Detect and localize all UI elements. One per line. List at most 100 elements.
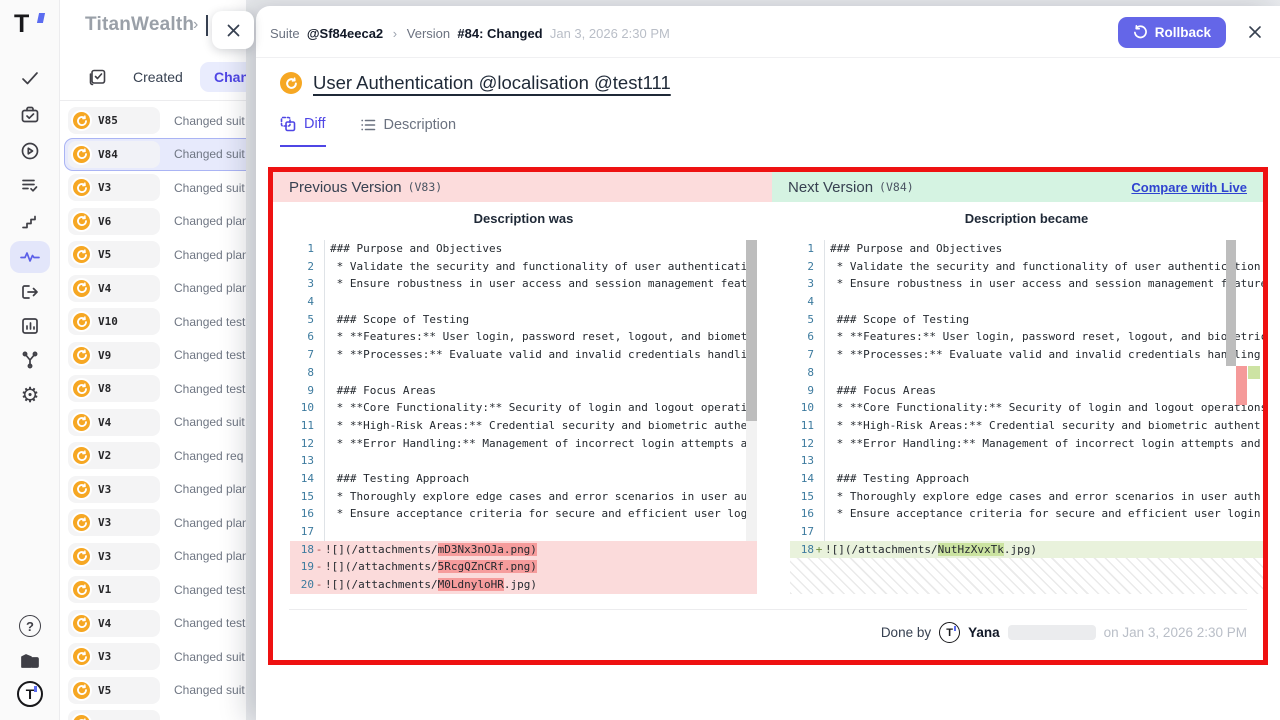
version-list-item[interactable]: V1Changed test — [64, 573, 256, 607]
workspace-name[interactable]: TitanWealth — [85, 14, 194, 36]
app-logo[interactable]: T — [14, 10, 46, 42]
description-was-header: Description was — [290, 211, 757, 231]
avatar[interactable]: T — [10, 678, 50, 710]
list-check-icon[interactable] — [10, 169, 50, 201]
scrollbar-thumb[interactable] — [1226, 240, 1236, 366]
done-by-user: Yana — [968, 625, 1000, 640]
modal-close-icon[interactable] — [1247, 24, 1263, 45]
version-list-item[interactable]: V8Changed test — [64, 372, 256, 406]
version-pill: V85 — [68, 107, 160, 134]
version-change-summary: Changed plan — [174, 214, 249, 228]
version-change-summary: Changed suit — [174, 683, 245, 697]
version-list-item[interactable]: V4Changed test — [64, 607, 256, 641]
version-list-item[interactable]: V3Changed plan — [64, 540, 256, 574]
version-list-item[interactable]: V4Changed suit — [64, 406, 256, 440]
rollback-button[interactable]: Rollback — [1118, 17, 1226, 48]
diff-line: 9 ### Focus Areas — [290, 382, 757, 400]
changed-version-badge-icon — [71, 345, 92, 366]
divider — [289, 609, 1247, 610]
page-title[interactable]: User Authentication @localisation @test1… — [313, 72, 671, 94]
version-label: V6 — [98, 215, 111, 228]
version-pill: V8 — [68, 375, 160, 402]
version-list-item[interactable]: V4Changed plan — [64, 272, 256, 306]
briefcase-check-icon[interactable] — [10, 99, 50, 131]
activity-pulse-icon[interactable] — [10, 241, 50, 273]
diff-line: 3 * Ensure robustness in user access and… — [290, 275, 757, 293]
diff-line: 17 — [290, 523, 757, 541]
version-list-item[interactable]: V3Changed plan — [64, 473, 256, 507]
version-list: V85Changed suitV84Changed suitV3Changed … — [64, 104, 256, 720]
changed-version-badge-icon — [71, 378, 92, 399]
diff-line: 14 ### Testing Approach — [290, 470, 757, 488]
diff-line: 6 * **Features:** User login, password r… — [290, 328, 757, 346]
version-list-item[interactable] — [64, 707, 256, 720]
branch-icon[interactable] — [10, 344, 50, 376]
milestones-steps-icon[interactable] — [10, 206, 50, 238]
tab-created[interactable]: Created — [133, 69, 183, 85]
version-pill: V3 — [68, 509, 160, 536]
version-list-item[interactable]: V3Changed suit — [64, 640, 256, 674]
compare-with-live-link[interactable]: Compare with Live — [1131, 180, 1247, 195]
diff-line: 15 * Thoroughly explore edge cases and e… — [790, 488, 1263, 506]
version-pill: V3 — [68, 174, 160, 201]
version-list-item[interactable]: V5Changed suit — [64, 674, 256, 708]
help-circle-icon[interactable]: ? — [10, 610, 50, 642]
diff-line: 11 * **High-Risk Areas:** Credential sec… — [790, 417, 1263, 435]
version-list-item[interactable]: V2Changed req — [64, 439, 256, 473]
version-list-item[interactable]: V6 Changed plan — [64, 205, 256, 239]
version-list-item[interactable]: V10 Changed test — [64, 305, 256, 339]
tab-description[interactable]: Description — [360, 116, 457, 147]
version-change-summary: Changed suit — [174, 147, 245, 161]
tab-description-label: Description — [384, 117, 457, 133]
popup-close-button[interactable] — [212, 11, 254, 49]
diff-line: 1 ### Purpose and Objectives — [790, 240, 1263, 258]
changed-version-badge-icon — [71, 646, 92, 667]
breadcrumb-suite-id[interactable]: @Sf84eeca2 — [307, 26, 383, 41]
version-label: V85 — [98, 114, 118, 127]
library-icon[interactable] — [10, 645, 50, 677]
diff-line: 18-![](/attachments/mD3Nx3nOJa.png) — [290, 541, 757, 559]
version-list-item[interactable]: V85Changed suit — [64, 104, 256, 138]
version-label: V10 — [98, 315, 118, 328]
bar-chart-box-icon[interactable] — [10, 310, 50, 342]
user-avatar: T — [939, 622, 960, 643]
breadcrumb-suite-label: Suite — [270, 26, 300, 41]
next-version-label: Next Version — [788, 179, 873, 196]
version-list-item[interactable]: V5Changed plan — [64, 238, 256, 272]
version-list-item[interactable]: V3Changed plan — [64, 506, 256, 540]
select-versions-icon[interactable] — [88, 68, 107, 92]
breadcrumb-date: Jan 3, 2026 2:30 PM — [550, 26, 670, 41]
diff-line: 20-![](/attachments/M0LdnyloHR.jpg) — [290, 576, 757, 594]
diff-line: 1 ### Purpose and Objectives — [290, 240, 757, 258]
diff-ruler-deleted-marker — [1236, 366, 1247, 405]
diff-line: 16 * Ensure acceptance criteria for secu… — [790, 505, 1263, 523]
diff-line: 10 * **Core Functionality:** Security of… — [290, 399, 757, 417]
play-circle-icon[interactable] — [10, 135, 50, 167]
diff-line: 4 — [290, 293, 757, 311]
version-list-item[interactable]: V84Changed suit — [64, 138, 256, 172]
version-pill: V3 — [68, 476, 160, 503]
list-lines-icon — [360, 117, 376, 133]
diff-line: 12 * **Error Handling:** Management of i… — [790, 435, 1263, 453]
changed-version-badge-icon — [71, 479, 92, 500]
version-pill — [68, 710, 160, 720]
diff-line: 18+![](/attachments/NutHzXvxTk.jpg) — [790, 541, 1263, 559]
tab-diff[interactable]: Diff — [280, 116, 326, 147]
version-change-summary: Changed test — [174, 348, 245, 362]
scrollbar-thumb[interactable] — [746, 240, 757, 421]
version-label: V5 — [98, 248, 111, 261]
exit-run-icon[interactable] — [10, 276, 50, 308]
version-change-summary: Changed suit — [174, 650, 245, 664]
next-version-header: Next Version (V84) Compare with Live — [772, 172, 1263, 202]
check-icon[interactable] — [10, 62, 50, 94]
version-list-item[interactable]: V3Changed suit — [64, 171, 256, 205]
version-change-summary: Changed test — [174, 315, 245, 329]
version-detail-modal: Suite @Sf84eeca2 › Version #84: Changed … — [256, 6, 1280, 720]
version-label: V1 — [98, 583, 111, 596]
version-pill: V5 — [68, 241, 160, 268]
version-pill: V6 — [68, 208, 160, 235]
diff-line: 5 ### Scope of Testing — [290, 311, 757, 329]
version-list-item[interactable]: V9Changed test — [64, 339, 256, 373]
gear-icon[interactable]: ⚙ — [10, 379, 50, 411]
previous-version-number: (V83) — [408, 180, 443, 194]
